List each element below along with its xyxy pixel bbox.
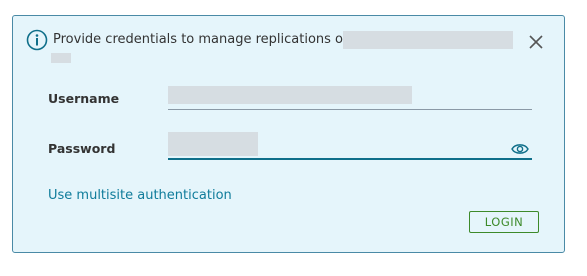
username-underline — [168, 109, 532, 110]
multisite-auth-link[interactable]: Use multisite authentication — [48, 188, 232, 203]
credentials-panel: Provide credentials to manage replicatio… — [12, 15, 565, 253]
password-field[interactable] — [168, 130, 508, 160]
password-underline — [168, 158, 532, 160]
password-label: Password — [48, 141, 116, 156]
info-icon — [26, 29, 48, 51]
close-icon[interactable] — [526, 32, 546, 52]
alert-message: Provide credentials to manage replicatio… — [53, 32, 352, 47]
username-label: Username — [48, 91, 120, 106]
redacted-username-value — [168, 86, 412, 104]
username-field[interactable] — [168, 82, 532, 110]
login-button[interactable]: LOGIN — [469, 211, 539, 233]
eye-icon[interactable] — [511, 142, 529, 156]
redacted-hostname — [343, 31, 513, 49]
redacted-hostname-continued — [51, 53, 71, 63]
redacted-password-value — [168, 132, 258, 156]
